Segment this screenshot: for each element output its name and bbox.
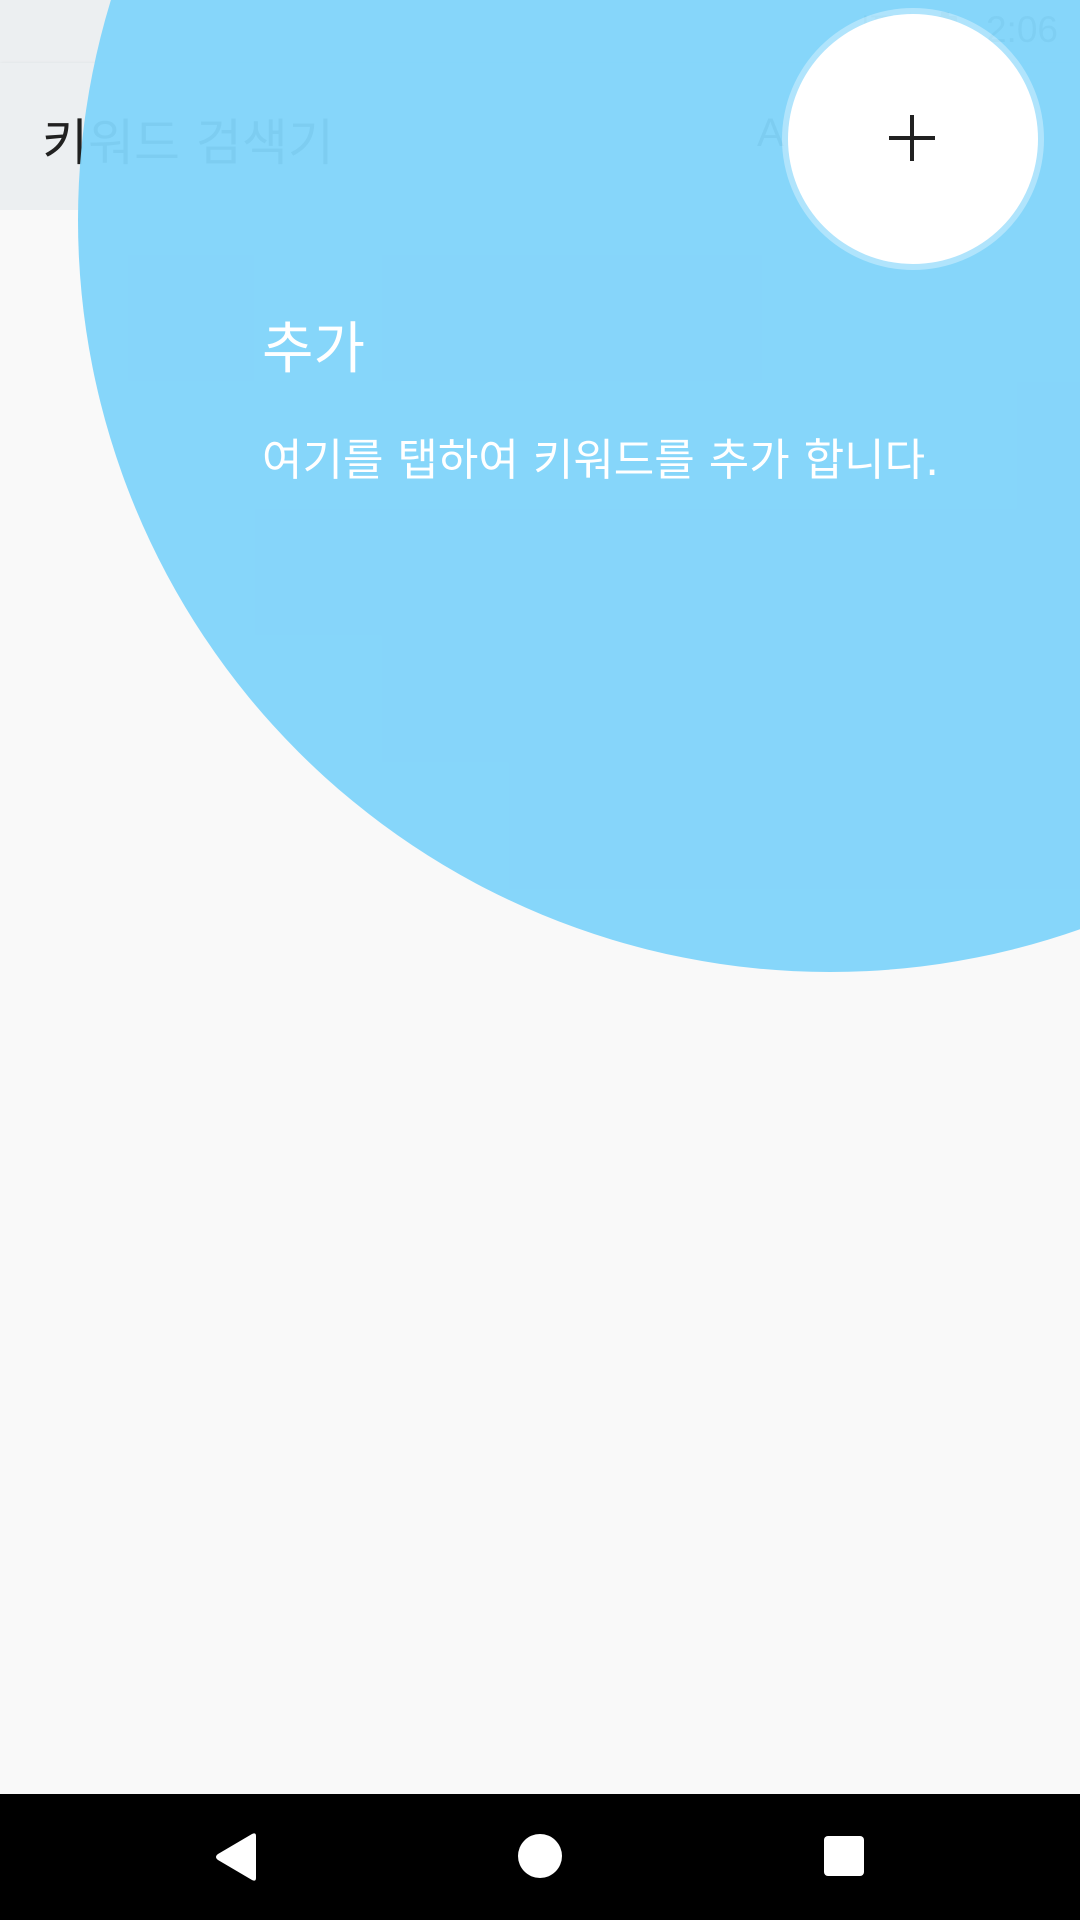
main-content	[0, 210, 1080, 1794]
back-icon[interactable]	[214, 1832, 260, 1882]
add-button[interactable]	[788, 14, 1038, 264]
home-icon[interactable]	[518, 1834, 562, 1878]
recents-icon[interactable]	[824, 1836, 864, 1876]
navigation-bar	[0, 1794, 1080, 1920]
app-bar-action[interactable]: A	[757, 111, 784, 156]
app-title: 키워드 검색기	[42, 114, 334, 172]
